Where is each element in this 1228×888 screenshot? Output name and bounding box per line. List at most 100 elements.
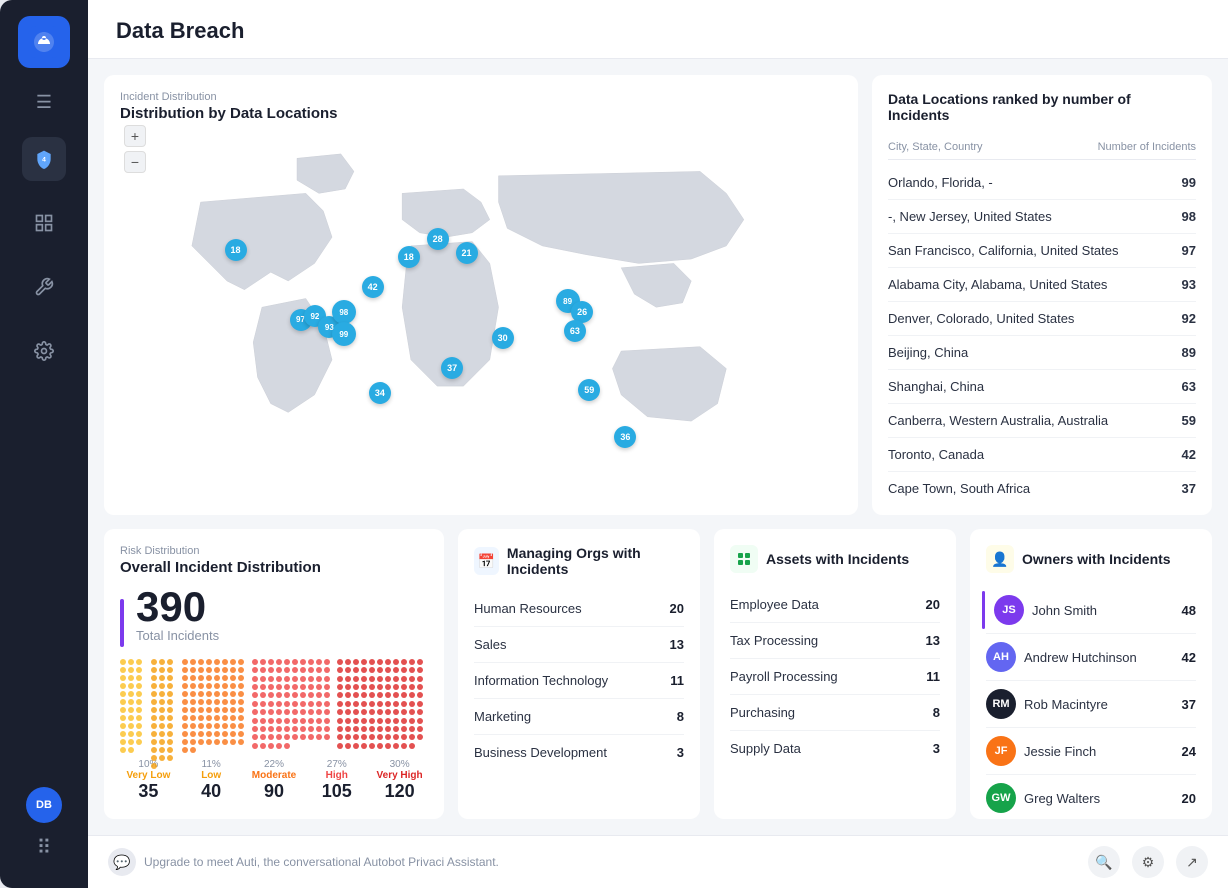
col-incidents-header: Number of Incidents xyxy=(1098,141,1196,153)
ranking-location: Canberra, Western Australia, Australia xyxy=(888,413,1108,428)
orgs-row-count: 3 xyxy=(677,745,684,760)
risk-count: 120 xyxy=(371,781,428,802)
dot-group-high xyxy=(252,659,335,749)
map-pin[interactable]: 18 xyxy=(225,239,247,261)
ranking-count: 92 xyxy=(1182,311,1196,326)
risk-border-accent xyxy=(120,599,124,647)
map-pin[interactable]: 98 xyxy=(332,300,356,324)
assets-panel-header: Assets with Incidents xyxy=(730,545,940,573)
content-area: Incident Distribution Distribution by Da… xyxy=(88,59,1228,835)
orgs-list: Human Resources 20 Sales 13 Information … xyxy=(474,591,684,770)
more-icon[interactable]: ⠿ xyxy=(37,835,52,860)
assets-row-count: 3 xyxy=(933,741,940,756)
world-map: 18 97 92 93 98 99 42 18 28 21 30 37 34 8… xyxy=(120,132,842,500)
filter-button[interactable]: ⚙ xyxy=(1132,846,1164,878)
map-pin[interactable]: 99 xyxy=(332,322,356,346)
user-avatar[interactable]: DB xyxy=(26,787,62,823)
nav-item-grid[interactable] xyxy=(22,201,66,245)
rankings-header: City, State, Country Number of Incidents xyxy=(888,135,1196,160)
map-pin[interactable]: 59 xyxy=(578,379,600,401)
bottom-bar: 💬 Upgrade to meet Auti, the conversation… xyxy=(88,835,1228,888)
owner-row: AH Andrew Hutchinson 42 xyxy=(986,634,1196,681)
dot-group-moderate xyxy=(182,659,250,749)
owner-row: GW Greg Walters 20 xyxy=(986,775,1196,819)
map-pin[interactable]: 34 xyxy=(369,382,391,404)
nav-item-settings[interactable] xyxy=(22,329,66,373)
nav-item-shield[interactable]: 4 xyxy=(22,137,66,181)
search-button[interactable]: 🔍 xyxy=(1088,846,1120,878)
risk-pct: 22% xyxy=(246,759,303,770)
ranking-row: Orlando, Florida, - 99 xyxy=(888,166,1196,200)
assets-row-count: 8 xyxy=(933,705,940,720)
map-pin[interactable]: 28 xyxy=(427,228,449,250)
ranking-count: 98 xyxy=(1182,209,1196,224)
risk-count: 35 xyxy=(120,781,177,802)
risk-item-high: 27% High 105 xyxy=(308,759,365,802)
owner-row: JF Jessie Finch 24 xyxy=(986,728,1196,775)
risk-total-label: Total Incidents xyxy=(136,628,219,643)
share-button[interactable]: ↗ xyxy=(1176,846,1208,878)
ranking-count: 99 xyxy=(1182,175,1196,190)
map-pin[interactable]: 36 xyxy=(614,426,636,448)
menu-icon[interactable]: ☰ xyxy=(36,92,52,113)
map-pin[interactable]: 30 xyxy=(492,327,514,349)
owner-accent-bar xyxy=(982,591,985,629)
risk-count: 105 xyxy=(308,781,365,802)
map-pin[interactable]: 37 xyxy=(441,357,463,379)
assets-row-label: Payroll Processing xyxy=(730,669,838,684)
app-logo[interactable] xyxy=(18,16,70,68)
map-pin[interactable]: 21 xyxy=(456,242,478,264)
page-title: Data Breach xyxy=(116,18,1200,44)
orgs-row-count: 13 xyxy=(670,637,684,652)
sidebar-nav: 4 xyxy=(22,137,66,787)
map-pin[interactable]: 18 xyxy=(398,246,420,268)
owner-avatar: RM xyxy=(986,689,1016,719)
risk-breakdown: 10% Very Low 35 11% Low 40 22% Moderate … xyxy=(120,759,428,802)
rankings-list: Orlando, Florida, - 99 -, New Jersey, Un… xyxy=(888,166,1196,505)
owner-count: 42 xyxy=(1182,650,1196,665)
map-title: Distribution by Data Locations xyxy=(120,105,842,122)
owner-name: Andrew Hutchinson xyxy=(1024,650,1137,665)
ranking-location: San Francisco, California, United States xyxy=(888,243,1119,258)
ranking-location: -, New Jersey, United States xyxy=(888,209,1052,224)
risk-label: Very High xyxy=(371,770,428,781)
owner-count: 24 xyxy=(1182,744,1196,759)
orgs-row-count: 20 xyxy=(670,601,684,616)
owner-name: Jessie Finch xyxy=(1024,744,1096,759)
risk-item-very-high: 30% Very High 120 xyxy=(371,759,428,802)
owner-count: 20 xyxy=(1182,791,1196,806)
ranking-location: Alabama City, Alabama, United States xyxy=(888,277,1107,292)
owner-name: Rob Macintyre xyxy=(1024,697,1108,712)
orgs-row-label: Human Resources xyxy=(474,601,582,616)
risk-panel: Risk Distribution Overall Incident Distr… xyxy=(104,529,444,819)
assets-list: Employee Data 20 Tax Processing 13 Payro… xyxy=(730,587,940,766)
ranking-row: Beijing, China 89 xyxy=(888,336,1196,370)
ranking-row: Shanghai, China 63 xyxy=(888,370,1196,404)
col-location-header: City, State, Country xyxy=(888,141,983,153)
dot-group-low xyxy=(151,659,180,749)
sidebar-bottom: DB ⠿ xyxy=(26,787,62,872)
top-section: Incident Distribution Distribution by Da… xyxy=(104,75,1212,515)
ranking-count: 63 xyxy=(1182,379,1196,394)
nav-item-tool[interactable] xyxy=(22,265,66,309)
owners-panel-title: Owners with Incidents xyxy=(1022,551,1171,567)
orgs-row-count: 8 xyxy=(677,709,684,724)
assets-icon xyxy=(730,545,758,573)
risk-total-number: 390 xyxy=(136,586,219,628)
owner-info: JS John Smith xyxy=(994,595,1097,625)
ranking-row: Canberra, Western Australia, Australia 5… xyxy=(888,404,1196,438)
assets-row-label: Employee Data xyxy=(730,597,819,612)
assets-panel: Assets with Incidents Employee Data 20 T… xyxy=(714,529,956,819)
sidebar: ☰ 4 DB ⠿ xyxy=(0,0,88,888)
map-pins-container: 18 97 92 93 98 99 42 18 28 21 30 37 34 8… xyxy=(120,132,842,500)
risk-count: 40 xyxy=(183,781,240,802)
assets-row-label: Purchasing xyxy=(730,705,795,720)
ranking-row: Toronto, Canada 42 xyxy=(888,438,1196,472)
risk-item-moderate: 22% Moderate 90 xyxy=(246,759,303,802)
map-pin[interactable]: 42 xyxy=(362,276,384,298)
map-pin[interactable]: 63 xyxy=(564,320,586,342)
svg-text:4: 4 xyxy=(42,157,46,164)
owner-info: RM Rob Macintyre xyxy=(986,689,1108,719)
assets-panel-title: Assets with Incidents xyxy=(766,551,909,567)
chat-hint-text: Upgrade to meet Auti, the conversational… xyxy=(144,855,499,869)
